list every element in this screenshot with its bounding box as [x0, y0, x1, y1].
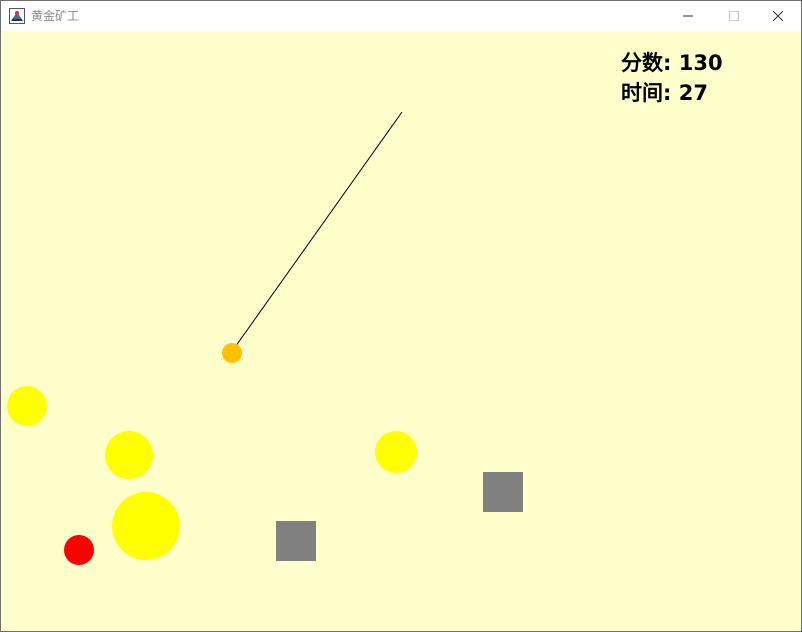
time-value: 27 [678, 81, 708, 105]
maximize-icon [729, 11, 739, 21]
game-window: 黄金矿工 分数: 130 时间: 27 [0, 0, 802, 632]
score-value: 130 [678, 51, 723, 75]
time-label: 时间: [621, 81, 672, 105]
close-button[interactable] [755, 1, 801, 31]
game-field[interactable]: 分数: 130 时间: 27 [1, 31, 801, 631]
app-icon[interactable] [9, 8, 25, 24]
maximize-button[interactable] [711, 1, 757, 31]
time-display: 时间: 27 [621, 81, 708, 105]
hook-rope [232, 111, 403, 351]
window-title: 黄金矿工 [31, 9, 80, 23]
title-bar[interactable]: 黄金矿工 [1, 1, 801, 31]
minimize-button[interactable] [665, 1, 711, 31]
diamond [64, 535, 94, 565]
gold-nugget-medium [105, 431, 153, 479]
stone [483, 472, 523, 512]
hook [222, 343, 242, 363]
gold-nugget-large [112, 492, 180, 560]
game-canvas[interactable] [1, 31, 801, 631]
gold-nugget-small [375, 431, 417, 473]
score-display: 分数: 130 [621, 51, 723, 75]
gold-nugget-small [7, 386, 47, 426]
score-label: 分数: [621, 51, 672, 75]
stone [276, 521, 316, 561]
close-icon [773, 11, 783, 21]
minimize-icon [683, 15, 693, 17]
